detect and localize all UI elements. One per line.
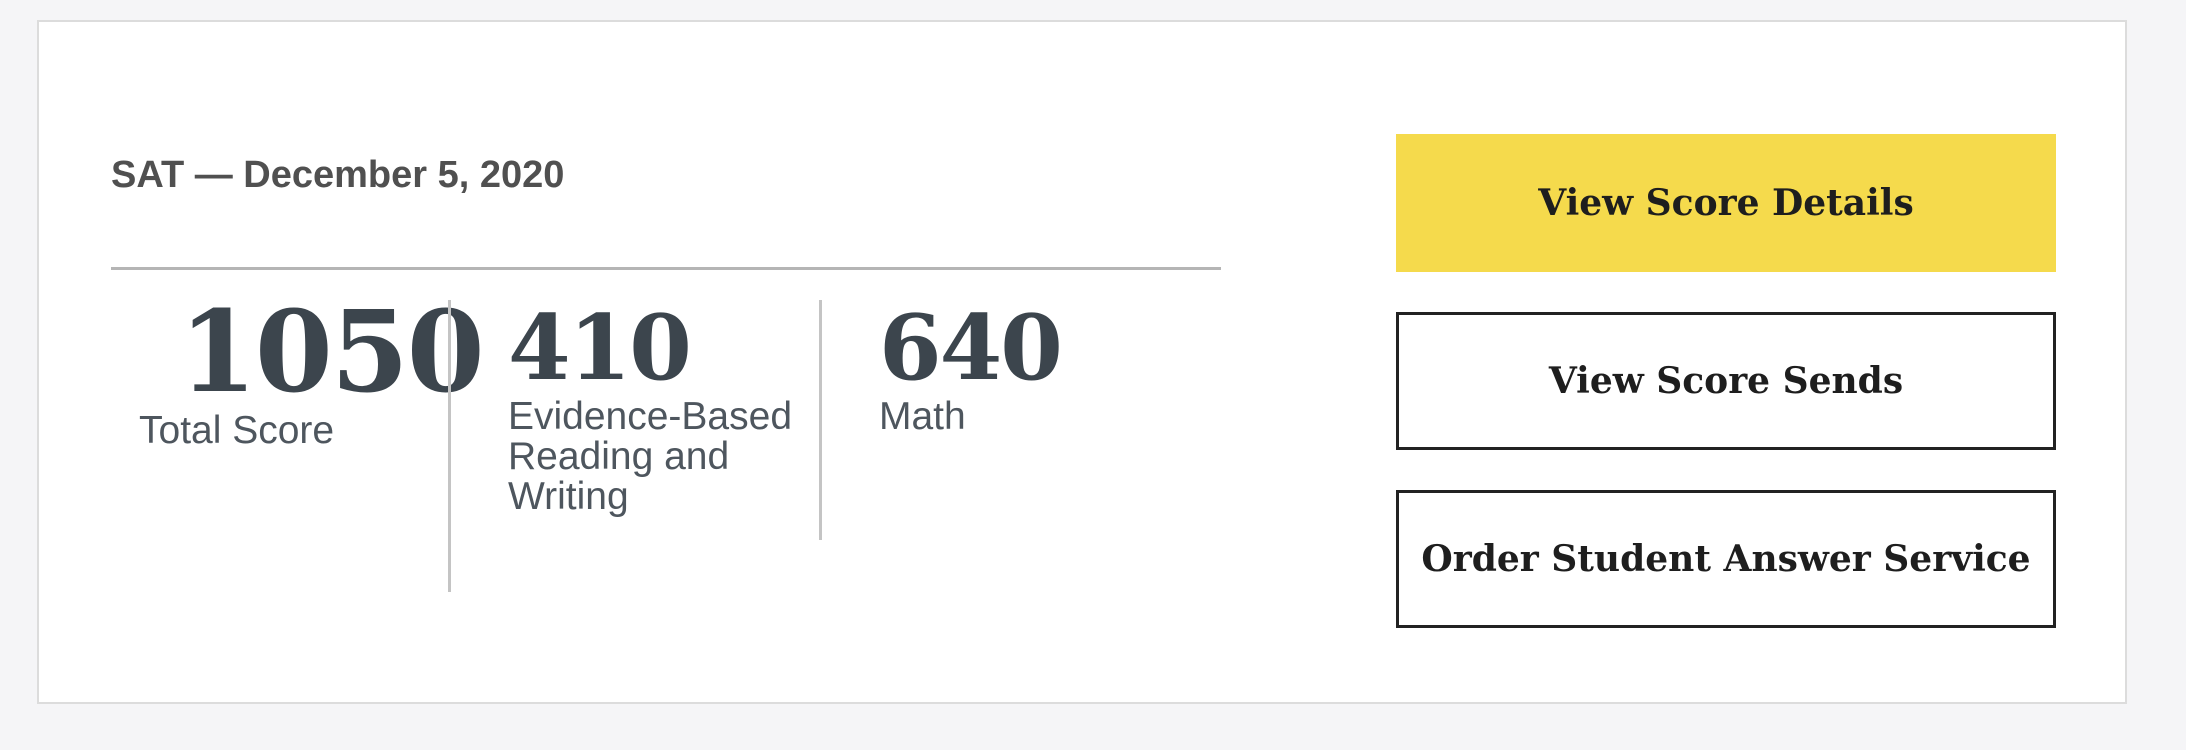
ebrw-score-value: 410 bbox=[508, 295, 692, 401]
total-score-value: 1050 bbox=[179, 287, 485, 418]
math-score-value: 640 bbox=[879, 295, 1063, 401]
score-report-card: SAT — December 5, 2020 1050 Total Score … bbox=[37, 20, 2127, 704]
order-student-answer-service-button[interactable]: Order Student Answer Service bbox=[1396, 490, 2056, 628]
view-score-details-button[interactable]: View Score Details bbox=[1396, 134, 2056, 272]
total-score-block: 1050 Total Score bbox=[139, 287, 485, 451]
test-title: SAT — December 5, 2020 bbox=[111, 154, 565, 196]
ebrw-score-block: 410 Evidence-Based Reading and Writing bbox=[508, 297, 808, 517]
score-separator bbox=[819, 300, 822, 540]
math-score-block: 640 Math bbox=[879, 295, 1063, 438]
title-divider bbox=[111, 267, 1221, 270]
math-score-label: Math bbox=[879, 395, 966, 438]
score-separator bbox=[448, 300, 451, 592]
view-score-sends-button[interactable]: View Score Sends bbox=[1396, 312, 2056, 450]
ebrw-score-label: Evidence-Based Reading and Writing bbox=[508, 395, 793, 518]
